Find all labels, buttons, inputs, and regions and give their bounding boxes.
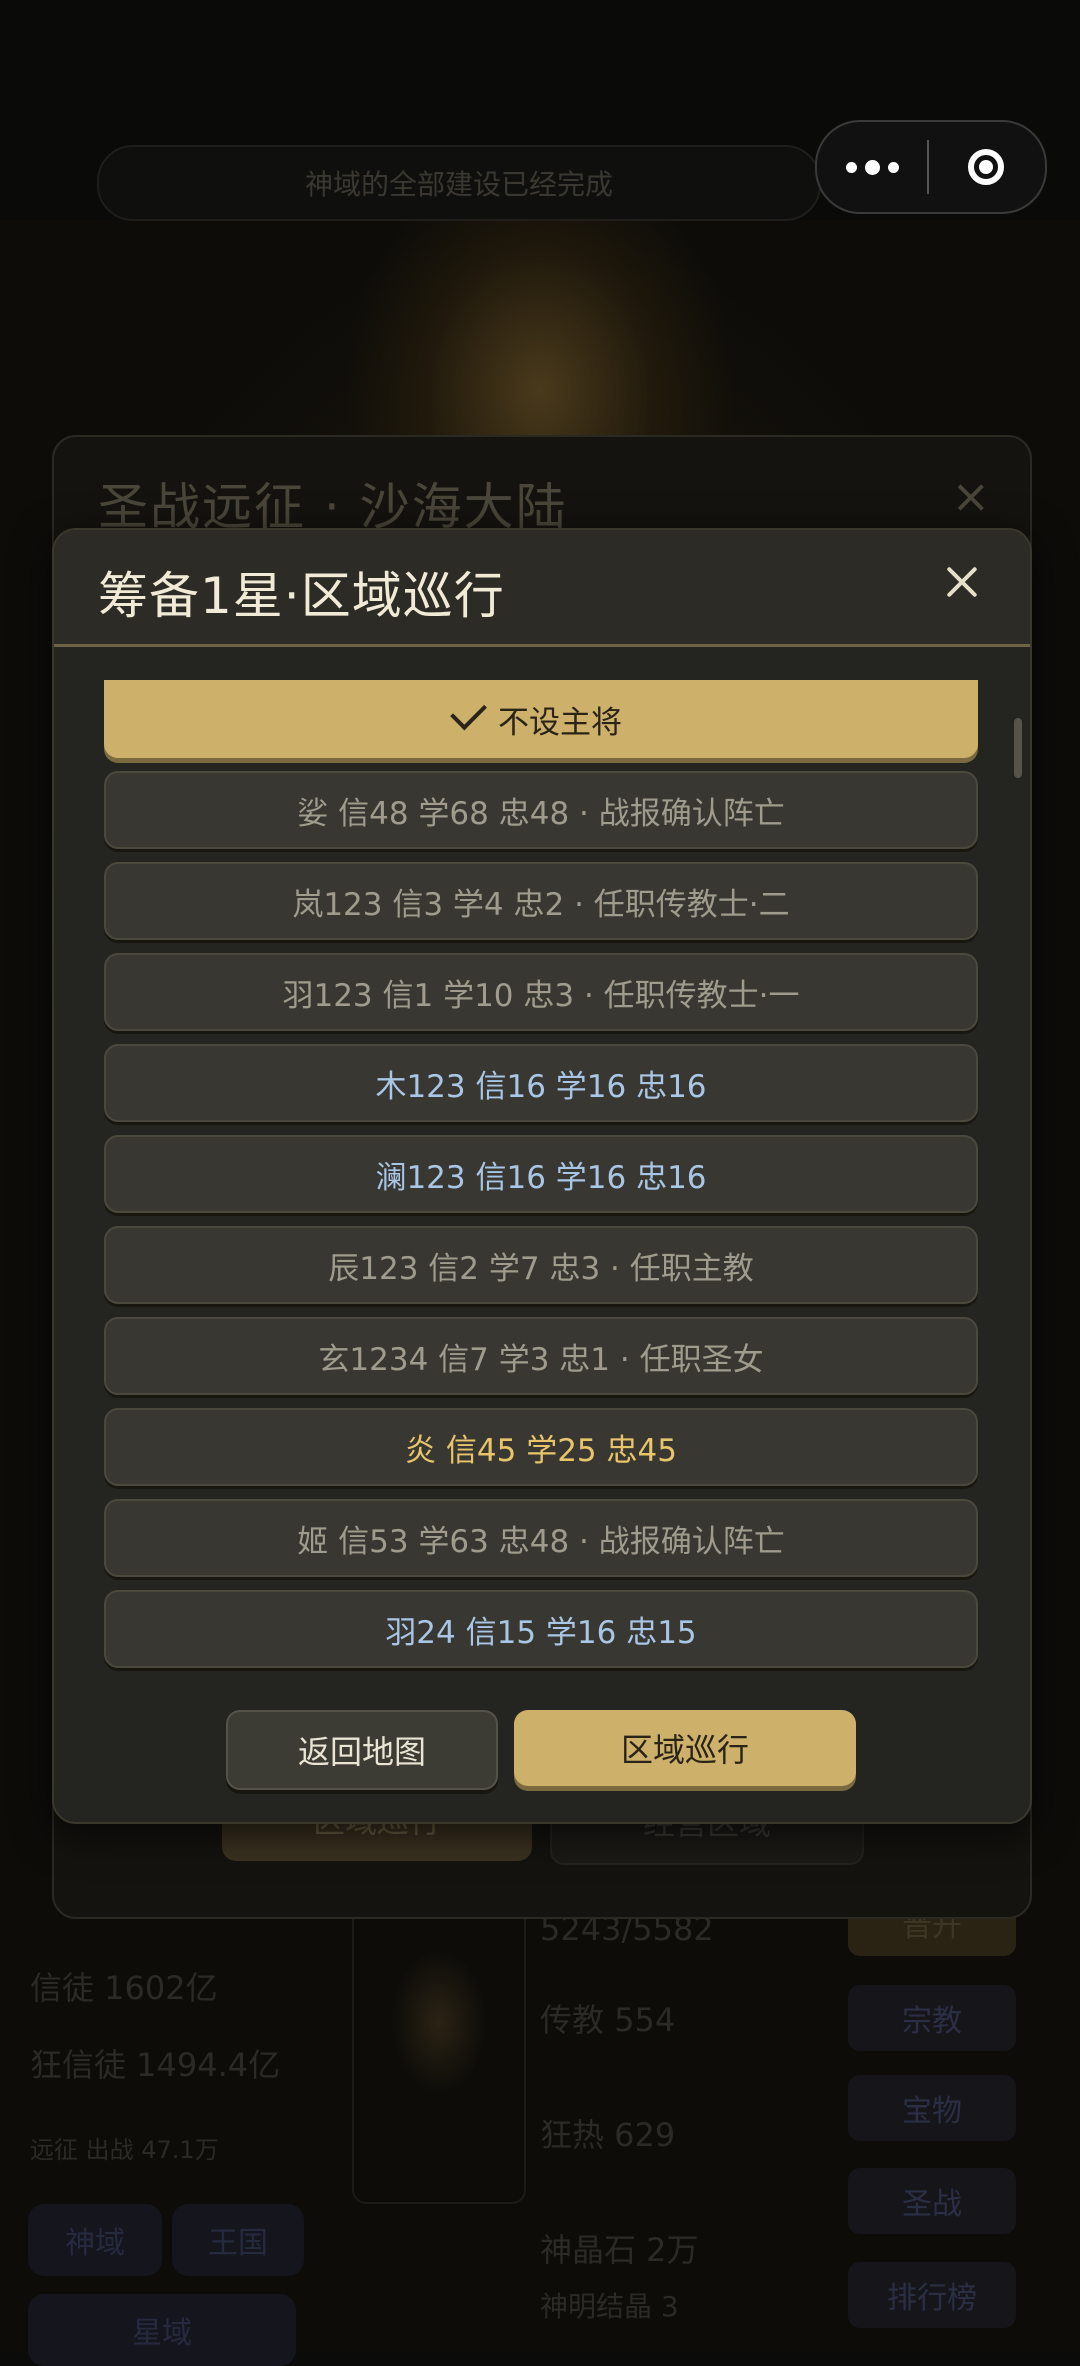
modal-header: 筹备1星·区域巡行 <box>54 530 1030 647</box>
area-patrol-button[interactable]: 区域巡行 <box>514 1710 856 1786</box>
tab-divine-realm[interactable]: 神域 <box>28 2204 162 2276</box>
list-item[interactable]: 姬 信53 学63 忠48 · 战报确认阵亡 <box>104 1499 978 1577</box>
notice-text: 神域的全部建设已经完成 <box>304 168 613 201</box>
tab-kingdom[interactable]: 王国 <box>172 2204 304 2276</box>
list-item-label: 炎 信45 学25 忠45 <box>405 1432 677 1469</box>
zealots-stat: 狂信徒 1494.4亿 <box>30 2046 281 2084</box>
side-button-ranking[interactable]: 排行榜 <box>848 2262 1016 2328</box>
list-item[interactable]: 玄1234 信7 学3 忠1 · 任职圣女 <box>104 1317 978 1395</box>
tab-star-realm[interactable]: 星域 <box>28 2294 296 2366</box>
check-icon <box>450 693 487 731</box>
zeal-stat: 狂热 629 <box>540 2116 676 2154</box>
list-item[interactable]: 辰123 信2 学7 忠3 · 任职主教 <box>104 1226 978 1304</box>
target-close-icon[interactable] <box>929 122 1043 212</box>
mini-program-capsule <box>815 120 1047 214</box>
general-list[interactable]: 不设主将 娑 信48 学68 忠48 · 战报确认阵亡 岚123 信3 学4 忠… <box>104 680 980 1680</box>
list-item-label: 不设主将 <box>498 704 622 741</box>
list-item[interactable]: 娑 信48 学68 忠48 · 战报确认阵亡 <box>104 771 978 849</box>
general-select-modal: 筹备1星·区域巡行 不设主将 娑 信48 学68 忠48 · 战报确认阵亡 岚1… <box>52 528 1032 1824</box>
list-item-label: 娑 信48 学68 忠48 · 战报确认阵亡 <box>297 795 785 832</box>
hero-portrait <box>352 1870 526 2204</box>
list-item-label: 岚123 信3 学4 忠2 · 任职传教士·二 <box>292 886 790 923</box>
modal-title: 筹备1星·区域巡行 <box>98 567 505 625</box>
list-item[interactable]: 岚123 信3 学4 忠2 · 任职传教士·二 <box>104 862 978 940</box>
crystal-stat: 神晶石 2万 <box>540 2231 699 2269</box>
list-item-label: 澜123 信16 学16 忠16 <box>375 1159 707 1196</box>
list-item[interactable]: 羽123 信1 学10 忠3 · 任职传教士·一 <box>104 953 978 1031</box>
believers-stat: 信徒 1602亿 <box>30 1969 218 2007</box>
expedition-stat: 远征 出战 47.1万 <box>30 2136 219 2164</box>
list-item[interactable]: 炎 信45 学25 忠45 <box>104 1408 978 1486</box>
side-button-treasure[interactable]: 宝物 <box>848 2075 1016 2141</box>
more-dots-icon[interactable] <box>817 122 927 212</box>
list-item-label: 羽123 信1 学10 忠3 · 任职传教士·一 <box>282 977 800 1014</box>
side-button-holywar[interactable]: 圣战 <box>848 2168 1016 2234</box>
list-item-label: 羽24 信15 学16 忠15 <box>385 1614 697 1651</box>
return-map-button[interactable]: 返回地图 <box>226 1710 498 1790</box>
close-icon[interactable] <box>938 558 986 606</box>
list-item[interactable]: 澜123 信16 学16 忠16 <box>104 1135 978 1213</box>
notice-bar: 神域的全部建设已经完成 <box>97 145 821 221</box>
list-item[interactable]: 木123 信16 学16 忠16 <box>104 1044 978 1122</box>
list-item-label: 玄1234 信7 学3 忠1 · 任职圣女 <box>318 1341 764 1378</box>
preach-stat: 传教 554 <box>540 2001 676 2039</box>
list-scrollbar[interactable] <box>1014 718 1022 778</box>
divine-crystal-stat: 神明结晶 3 <box>540 2290 679 2323</box>
list-item-no-general[interactable]: 不设主将 <box>104 680 978 758</box>
expedition-close-icon[interactable]: × <box>951 469 990 523</box>
list-item-label: 木123 信16 学16 忠16 <box>375 1068 707 1105</box>
list-item[interactable]: 羽24 信15 学16 忠15 <box>104 1590 978 1668</box>
list-item-label: 姬 信53 学63 忠48 · 战报确认阵亡 <box>297 1523 785 1560</box>
side-button-religion[interactable]: 宗教 <box>848 1985 1016 2051</box>
list-item-label: 辰123 信2 学7 忠3 · 任职主教 <box>328 1250 754 1287</box>
